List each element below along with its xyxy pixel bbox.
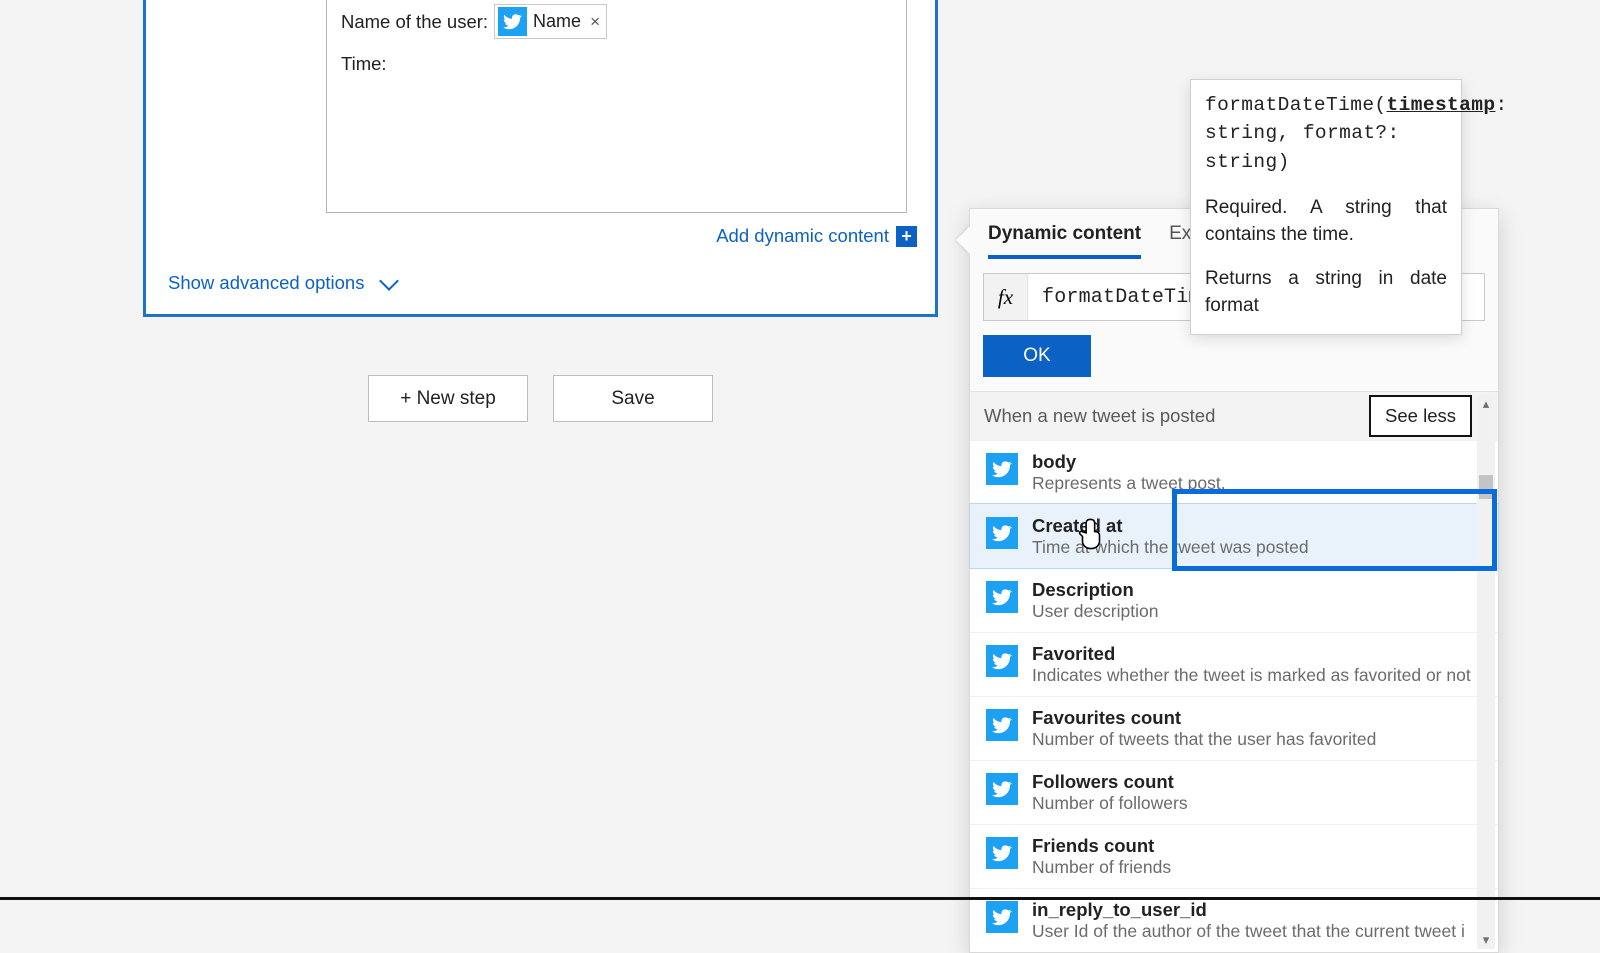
twitter-icon — [986, 581, 1018, 613]
twitter-icon — [986, 517, 1018, 549]
tab-dynamic-content[interactable]: Dynamic content — [988, 223, 1141, 259]
item-name: Created at — [1032, 515, 1309, 537]
time-label: Time: — [341, 53, 892, 75]
twitter-icon — [986, 709, 1018, 741]
name-token-label: Name — [533, 11, 581, 32]
twitter-icon — [986, 837, 1018, 869]
item-name: Favorited — [1032, 643, 1471, 665]
list-item-description[interactable]: Description User description — [970, 568, 1498, 632]
list-item-followers-count[interactable]: Followers count Number of followers — [970, 760, 1498, 824]
signature-text: formatDateTime(timestamp: string, format… — [1205, 91, 1447, 176]
new-step-button[interactable]: + New step — [368, 375, 528, 422]
twitter-icon — [986, 645, 1018, 677]
list-item-friends-count[interactable]: Friends count Number of friends — [970, 824, 1498, 888]
section-header: When a new tweet is posted See less — [970, 391, 1498, 440]
section-title: When a new tweet is posted — [984, 405, 1215, 426]
show-advanced-label: Show advanced options — [168, 272, 364, 294]
item-desc: User description — [1032, 601, 1158, 622]
item-desc: Indicates whether the tweet is marked as… — [1032, 665, 1471, 686]
ok-button[interactable]: OK — [983, 335, 1091, 377]
signature-tooltip: formatDateTime(timestamp: string, format… — [1190, 79, 1462, 335]
item-name: Description — [1032, 579, 1158, 601]
save-button[interactable]: Save — [553, 375, 713, 422]
item-desc: Time at which the tweet was posted — [1032, 537, 1309, 558]
item-desc: User Id of the author of the tweet that … — [1032, 921, 1465, 942]
item-desc: Number of tweets that the user has favor… — [1032, 729, 1376, 750]
item-desc: Number of followers — [1032, 793, 1188, 814]
item-name: Followers count — [1032, 771, 1188, 793]
twitter-icon — [986, 453, 1018, 485]
name-token[interactable]: Name × — [494, 4, 607, 39]
list-item-created-at[interactable]: Created at Time at which the tweet was p… — [970, 504, 1498, 568]
item-name: body — [1032, 451, 1226, 473]
card-body-textarea[interactable]: Name of the user: Name × Time: — [326, 0, 907, 213]
scroll-down-icon[interactable]: ▾ — [1477, 931, 1495, 949]
list-item-favourites-count[interactable]: Favourites count Number of tweets that t… — [970, 696, 1498, 760]
popover-beak — [956, 226, 970, 254]
item-name: Friends count — [1032, 835, 1171, 857]
item-desc: Number of friends — [1032, 857, 1171, 878]
list-item-body[interactable]: body Represents a tweet post. — [970, 440, 1498, 504]
user-label: Name of the user: — [341, 11, 488, 33]
tooltip-returns: Returns a string in date format — [1205, 265, 1447, 320]
list-item-favorited[interactable]: Favorited Indicates whether the tweet is… — [970, 632, 1498, 696]
plus-icon: + — [896, 226, 917, 247]
dynamic-content-list: body Represents a tweet post. Created at… — [970, 440, 1498, 952]
scroll-thumb[interactable] — [1479, 475, 1493, 499]
chevron-down-icon — [382, 273, 402, 293]
tooltip-required: Required. A string that contains the tim… — [1205, 194, 1447, 249]
user-row: Name of the user: Name × — [341, 4, 892, 39]
show-advanced-options-link[interactable]: Show advanced options — [168, 272, 402, 294]
twitter-icon — [498, 7, 527, 36]
item-desc: Represents a tweet post. — [1032, 473, 1226, 494]
scrollbar[interactable]: ▴ ▾ — [1477, 395, 1495, 949]
see-less-button[interactable]: See less — [1369, 395, 1472, 437]
twitter-icon — [986, 773, 1018, 805]
fx-icon: fx — [984, 274, 1028, 320]
close-icon[interactable]: × — [590, 12, 600, 32]
twitter-icon — [986, 901, 1018, 933]
item-name: Favourites count — [1032, 707, 1376, 729]
add-dynamic-content-label: Add dynamic content — [716, 225, 889, 247]
scroll-up-icon[interactable]: ▴ — [1477, 395, 1495, 413]
add-dynamic-content-link[interactable]: Add dynamic content + — [716, 225, 917, 247]
action-card: Name of the user: Name × Time: Add dynam… — [143, 0, 938, 317]
item-name: in_reply_to_user_id — [1032, 899, 1465, 921]
